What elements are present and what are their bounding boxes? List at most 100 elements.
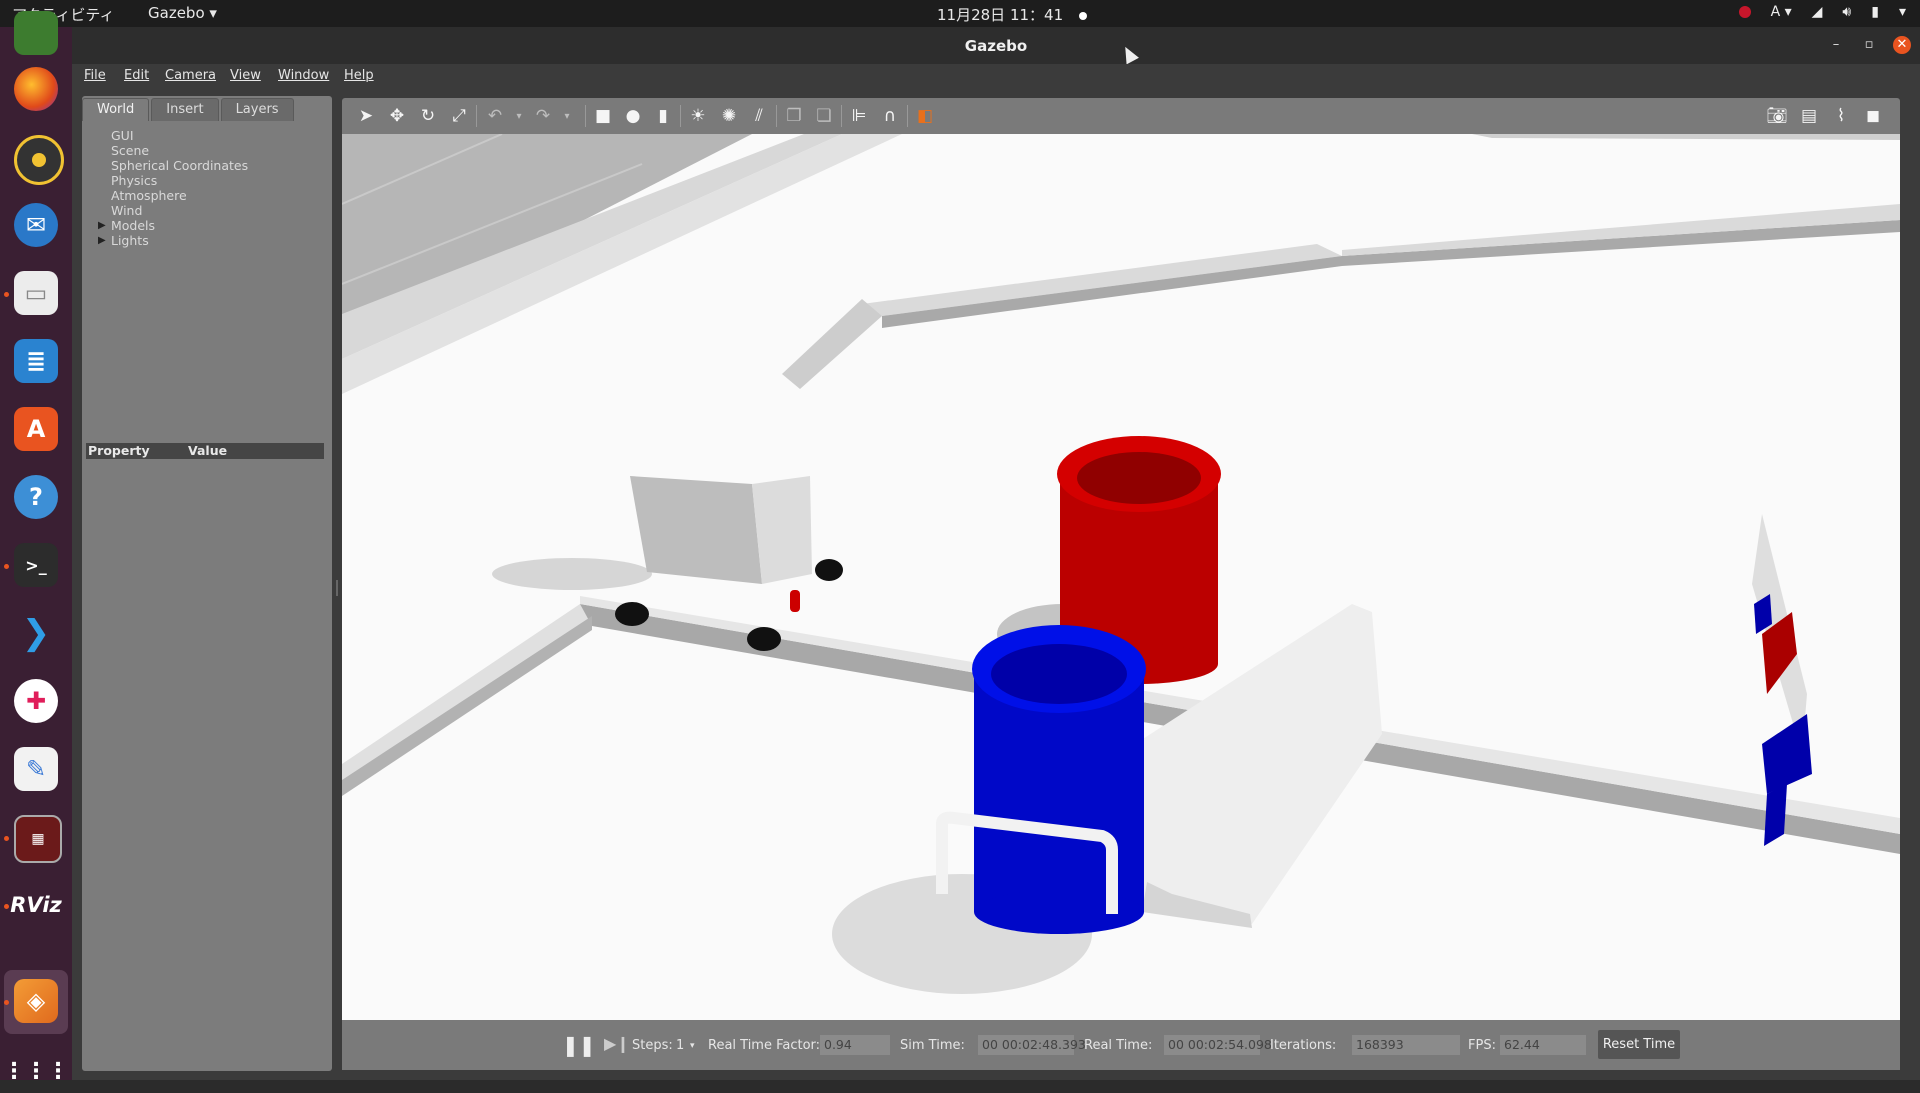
rviz-icon[interactable]: RViz — [10, 883, 61, 927]
tree-item-atmosphere[interactable]: Atmosphere — [98, 188, 248, 203]
tab-world[interactable]: World — [82, 98, 150, 121]
simulation-status-bar: ❚❚ ▶❙ Steps: 1 ▾ Real Time Factor: 0.94 … — [342, 1020, 1900, 1070]
terminal-icon[interactable]: >_ — [14, 543, 58, 587]
copy-icon[interactable]: ❐ — [783, 105, 805, 127]
volume-icon[interactable]: 🔊︎ — [1842, 4, 1851, 20]
point-light-icon[interactable]: ☀ — [687, 105, 709, 127]
inner-wall-side — [342, 616, 592, 796]
expand-arrow-icon[interactable]: ▶ — [98, 218, 106, 233]
plot-icon[interactable]: ⌇ — [1830, 105, 1852, 127]
steps-label: Steps: — [632, 1038, 673, 1053]
select-arrow-icon[interactable]: ➤ — [355, 105, 377, 127]
menu-view[interactable]: View — [230, 68, 261, 83]
change-view-icon[interactable]: ◧ — [914, 105, 936, 127]
tree-item-scene[interactable]: Scene — [98, 143, 248, 158]
tree-item-gui[interactable]: GUI — [98, 128, 248, 143]
step-icon[interactable]: ▶❙ — [604, 1034, 630, 1053]
system-menu-chevron-down-icon[interactable]: ▾ — [1899, 4, 1906, 20]
clock-text: 11月28日 11：41 — [937, 6, 1064, 24]
directional-light-icon[interactable]: ⫽ — [748, 105, 770, 127]
tab-layers[interactable]: Layers — [220, 98, 294, 121]
cylinder-icon[interactable]: ▮ — [652, 105, 674, 127]
sphere-icon[interactable]: ● — [622, 105, 644, 127]
files-icon[interactable]: ▭ — [14, 271, 58, 315]
running-indicator — [4, 1000, 9, 1005]
inner-wall — [782, 299, 882, 389]
wifi-icon[interactable]: ◢ — [1812, 4, 1823, 20]
toolbar-separator — [680, 105, 681, 127]
system-tray[interactable]: A ▾ ◢ 🔊︎ ▮ ▾ — [1738, 4, 1906, 20]
toolbar-separator — [476, 105, 477, 127]
slack-icon[interactable]: ✚ — [14, 679, 58, 723]
software-center-icon[interactable]: A — [14, 407, 58, 451]
partial-app-icon[interactable] — [14, 11, 58, 55]
recording-indicator-icon[interactable] — [1738, 6, 1751, 18]
battery-icon[interactable]: ▮ — [1871, 4, 1879, 20]
scale-icon[interactable]: ⤢ — [448, 105, 470, 127]
show-apps-grid-icon[interactable]: ⋮⋮⋮ — [3, 1049, 69, 1093]
tree-item-models[interactable]: ▶ Models — [98, 218, 248, 233]
spot-light-icon[interactable]: ✺ — [718, 105, 740, 127]
reset-time-button[interactable]: Reset Time — [1598, 1030, 1680, 1059]
robot-wheel — [747, 627, 781, 651]
libreoffice-writer-icon[interactable]: ≣ — [14, 339, 58, 383]
log-icon[interactable]: ▤ — [1798, 105, 1820, 127]
steps-chevron-down-icon[interactable]: ▾ — [690, 1041, 695, 1051]
screenshot-icon[interactable]: 📷︎ — [1766, 105, 1788, 127]
robot-red-marker — [790, 590, 800, 612]
tree-item-label: GUI — [111, 128, 134, 143]
monitor-app-icon[interactable]: ▦ — [14, 815, 62, 863]
minimize-button[interactable]: – — [1827, 36, 1845, 54]
maximize-button[interactable]: ▫ — [1860, 36, 1878, 54]
input-method-button[interactable]: A ▾ — [1771, 4, 1792, 20]
blue-bin-bottom — [974, 890, 1144, 934]
window-title-bar[interactable]: Gazebo – ▫ ✕ — [72, 27, 1920, 64]
small-robot-body[interactable] — [630, 476, 762, 584]
text-editor-icon[interactable]: ✎ — [14, 747, 58, 791]
rviz-label: RViz — [10, 893, 62, 917]
tab-insert[interactable]: Insert — [151, 98, 219, 121]
fps-value: 62.44 — [1500, 1035, 1586, 1055]
expand-arrow-icon[interactable]: ▶ — [98, 233, 106, 248]
help-icon[interactable]: ? — [14, 475, 58, 519]
rotate-icon[interactable]: ↻ — [417, 105, 439, 127]
menu-bar: File Edit Camera View Window Help — [72, 64, 1920, 88]
menu-file[interactable]: File — [84, 68, 106, 83]
panel-splitter-handle[interactable] — [336, 580, 338, 596]
app-menu-button[interactable]: Gazebo ▾ — [148, 4, 217, 22]
tree-item-spherical-coordinates[interactable]: Spherical Coordinates — [98, 158, 248, 173]
translate-icon[interactable]: ✥ — [386, 105, 408, 127]
clock[interactable]: 11月28日 11：41 — [937, 4, 1088, 25]
left-panel-tabs: World Insert Layers — [82, 98, 294, 122]
redo-dropdown-icon[interactable]: ▾ — [556, 105, 578, 127]
tree-item-lights[interactable]: ▶ Lights — [98, 233, 248, 248]
firefox-icon[interactable] — [14, 67, 58, 111]
pause-icon[interactable]: ❚❚ — [562, 1033, 596, 1057]
align-icon[interactable]: ⊫ — [848, 105, 870, 127]
scene-render[interactable] — [342, 134, 1900, 1020]
toolbar-separator — [907, 105, 908, 127]
red-bin-opening — [1077, 452, 1201, 504]
close-button[interactable]: ✕ — [1893, 36, 1911, 54]
toolbar-separator — [585, 105, 586, 127]
menu-window[interactable]: Window — [278, 68, 329, 83]
paste-icon[interactable]: ❏ — [813, 105, 835, 127]
undo-icon[interactable]: ↶ — [484, 105, 506, 127]
rhythmbox-icon[interactable] — [14, 135, 64, 185]
tree-item-wind[interactable]: Wind — [98, 203, 248, 218]
redo-icon[interactable]: ↷ — [532, 105, 554, 127]
record-video-icon[interactable]: ◼ — [1862, 105, 1884, 127]
menu-camera[interactable]: Camera — [165, 68, 216, 83]
3d-viewport[interactable] — [342, 134, 1900, 1020]
menu-help[interactable]: Help — [344, 68, 374, 83]
gazebo-icon[interactable]: ◈ — [14, 979, 58, 1023]
tree-item-physics[interactable]: Physics — [98, 173, 248, 188]
vscode-icon[interactable]: ❯ — [14, 611, 58, 655]
iterations-label: Iterations: — [1270, 1038, 1337, 1053]
menu-edit[interactable]: Edit — [124, 68, 149, 83]
thunderbird-icon[interactable]: ✉ — [14, 203, 58, 247]
box-icon[interactable]: ■ — [592, 105, 614, 127]
undo-dropdown-icon[interactable]: ▾ — [508, 105, 530, 127]
snap-icon[interactable]: ∩ — [879, 105, 901, 127]
steps-value[interactable]: 1 — [676, 1038, 684, 1053]
